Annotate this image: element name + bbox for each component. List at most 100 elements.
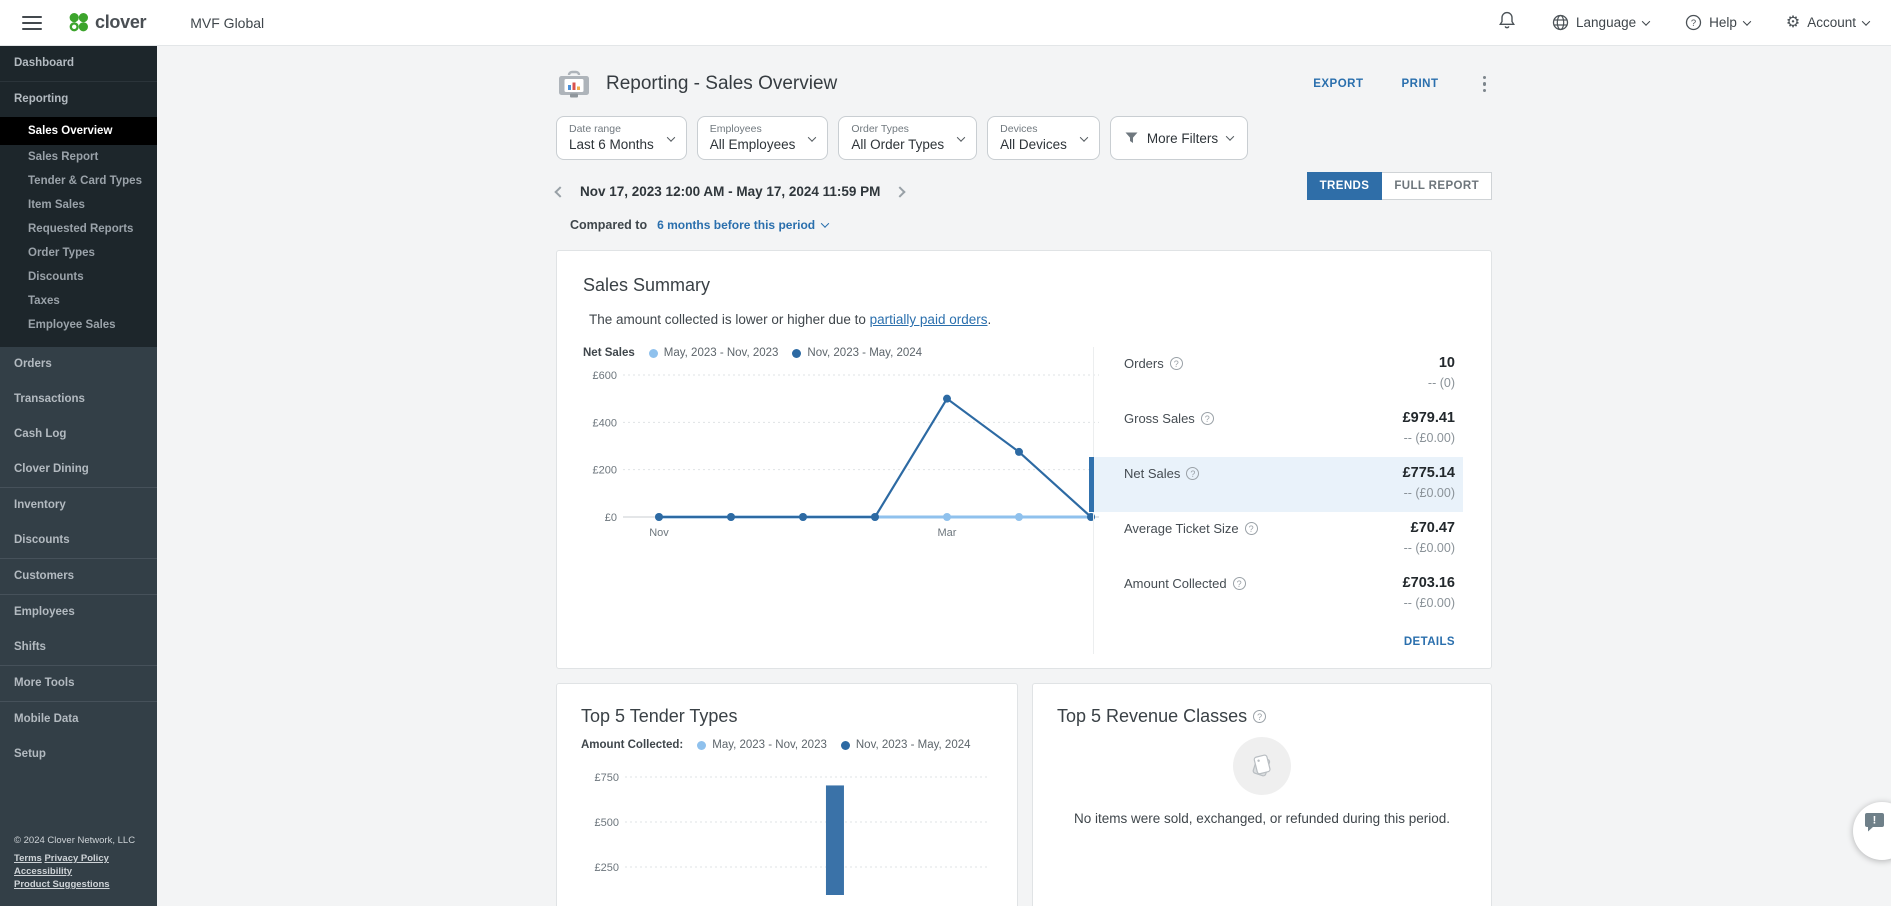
sidebar-item-requested-reports[interactable]: Requested Reports: [0, 217, 157, 241]
stat-orders[interactable]: Orders?10 -- (0): [1124, 347, 1463, 402]
previous-period-arrow[interactable]: [554, 186, 565, 197]
sidebar-item-shifts[interactable]: Shifts: [0, 630, 157, 665]
help-circle-icon[interactable]: ?: [1170, 357, 1183, 370]
sidebar-item-more-tools[interactable]: More Tools: [0, 666, 157, 701]
full-report-tab[interactable]: FULL REPORT: [1382, 172, 1492, 200]
terms-link[interactable]: Terms: [14, 853, 42, 864]
help-circle-icon[interactable]: ?: [1186, 467, 1199, 480]
stat-amount-collected[interactable]: Amount Collected?£703.16 -- (£0.00): [1124, 567, 1463, 622]
clover-logo[interactable]: clover: [66, 10, 146, 35]
top-tender-types-card: Top 5 Tender Types Amount Collected: May…: [556, 683, 1018, 906]
stat-average-ticket-size[interactable]: Average Ticket Size?£70.47 -- (£0.00): [1124, 512, 1463, 567]
stat-gross-sales[interactable]: Gross Sales?£979.41 -- (£0.00): [1124, 402, 1463, 457]
sidebar-item-reporting[interactable]: Reporting: [0, 82, 157, 117]
account-menu[interactable]: ⚙ Account: [1786, 15, 1869, 31]
help-circle-icon[interactable]: ?: [1201, 412, 1214, 425]
sidebar-item-employee-sales[interactable]: Employee Sales: [0, 313, 157, 337]
view-toggle: TRENDS FULL REPORT: [1307, 172, 1492, 200]
stat-net-sales[interactable]: Net Sales?£775.14 -- (£0.00): [1089, 457, 1463, 512]
svg-text:£750: £750: [595, 772, 619, 784]
compared-to-selector[interactable]: 6 months before this period: [657, 218, 828, 232]
trends-tab[interactable]: TRENDS: [1307, 172, 1383, 200]
compared-to-label: Compared to: [570, 218, 647, 232]
help-circle-icon[interactable]: ?: [1245, 522, 1258, 535]
language-label: Language: [1576, 15, 1636, 30]
sidebar-item-discounts[interactable]: Discounts: [0, 523, 157, 558]
chevron-down-icon: [957, 133, 965, 141]
sidebar-item-dashboard[interactable]: Dashboard: [0, 46, 157, 81]
language-menu[interactable]: Language: [1552, 14, 1649, 31]
more-options-kebab-icon[interactable]: [1477, 74, 1493, 95]
merchant-name: MVF Global: [190, 15, 264, 31]
help-circle-icon[interactable]: ?: [1253, 710, 1266, 723]
help-menu[interactable]: ? Help: [1685, 14, 1750, 31]
chevron-down-icon: [667, 133, 675, 141]
sidebar-item-setup[interactable]: Setup: [0, 737, 157, 772]
feedback-bubble-icon: !: [1862, 811, 1888, 835]
net-sales-line-chart: £0£200£400£600NovMar: [583, 359, 1108, 551]
print-button[interactable]: PRINT: [1402, 78, 1439, 90]
accessibility-link[interactable]: Accessibility: [14, 866, 72, 877]
more-filters-button[interactable]: More Filters: [1110, 116, 1248, 160]
page-title: Reporting - Sales Overview: [606, 73, 837, 95]
legend-series2-label: Nov, 2023 - May, 2024: [856, 739, 971, 751]
svg-text:£600: £600: [593, 370, 617, 382]
sidebar-item-clover-dining[interactable]: Clover Dining: [0, 452, 157, 487]
sidebar-item-taxes[interactable]: Taxes: [0, 289, 157, 313]
sidebar-item-tender-card-types[interactable]: Tender & Card Types: [0, 169, 157, 193]
legend-metric-label: Net Sales: [583, 347, 635, 359]
sidebar-item-transactions[interactable]: Transactions: [0, 382, 157, 417]
sidebar-item-sales-overview[interactable]: Sales Overview: [0, 117, 157, 145]
chevron-down-icon: [1226, 132, 1234, 140]
notification-bell-icon[interactable]: [1498, 10, 1516, 35]
chevron-down-icon: [808, 133, 816, 141]
gear-icon: ⚙: [1786, 15, 1800, 31]
reporting-icon: [556, 68, 592, 100]
sidebar-nav: Dashboard Reporting Sales Overview Sales…: [0, 46, 157, 906]
period-range-text: Nov 17, 2023 12:00 AM - May 17, 2024 11:…: [580, 184, 880, 199]
sidebar-item-customers[interactable]: Customers: [0, 559, 157, 594]
product-suggestions-link[interactable]: Product Suggestions: [14, 879, 110, 890]
revenue-classes-title: Top 5 Revenue Classes: [1057, 706, 1247, 727]
funnel-icon: [1125, 132, 1138, 144]
devices-value: All Devices: [1000, 137, 1067, 152]
svg-text:?: ?: [1691, 18, 1696, 29]
order-types-filter[interactable]: Order Types All Order Types: [838, 116, 977, 160]
tender-types-title: Top 5 Tender Types: [581, 706, 993, 727]
empty-message: No items were sold, exchanged, or refund…: [1057, 811, 1467, 826]
svg-text:!: !: [1873, 815, 1877, 827]
partially-paid-orders-link[interactable]: partially paid orders: [870, 312, 988, 327]
details-link[interactable]: DETAILS: [1404, 636, 1455, 648]
next-period-arrow[interactable]: [895, 186, 906, 197]
sidebar-item-discounts-report[interactable]: Discounts: [0, 265, 157, 289]
sidebar-item-inventory[interactable]: Inventory: [0, 488, 157, 523]
sidebar-item-cash-log[interactable]: Cash Log: [0, 417, 157, 452]
clover-leaf-icon: [66, 10, 91, 35]
chevron-down-icon: [821, 219, 829, 227]
privacy-policy-link[interactable]: Privacy Policy: [44, 853, 108, 864]
help-circle-icon[interactable]: ?: [1233, 577, 1246, 590]
sidebar-item-item-sales[interactable]: Item Sales: [0, 193, 157, 217]
tags-icon: [1245, 749, 1279, 783]
top-bar: clover MVF Global Language ? Help: [0, 0, 1891, 46]
sidebar-item-order-types[interactable]: Order Types: [0, 241, 157, 265]
employees-filter[interactable]: Employees All Employees: [697, 116, 829, 160]
tender-types-bar-chart: £750£500£250: [581, 763, 995, 895]
date-range-label: Date range: [569, 123, 654, 135]
employees-value: All Employees: [710, 137, 796, 152]
date-range-value: Last 6 Months: [569, 137, 654, 152]
top-revenue-classes-card: Top 5 Revenue Classes ?: [1032, 683, 1492, 906]
devices-filter[interactable]: Devices All Devices: [987, 116, 1100, 160]
hamburger-menu-icon[interactable]: [22, 16, 42, 30]
date-range-filter[interactable]: Date range Last 6 Months: [556, 116, 687, 160]
summary-stats-panel: Orders?10 -- (0) Gross Sales?£979.41 -- …: [1093, 347, 1465, 654]
sidebar-item-orders[interactable]: Orders: [0, 347, 157, 382]
sidebar-item-mobile-data[interactable]: Mobile Data: [0, 702, 157, 737]
export-button[interactable]: EXPORT: [1313, 78, 1363, 90]
svg-text:£0: £0: [605, 512, 617, 524]
svg-text:£250: £250: [595, 862, 619, 874]
net-sales-legend: Net Sales May, 2023 - Nov, 2023 Nov, 202…: [583, 347, 1093, 359]
sidebar-item-employees[interactable]: Employees: [0, 595, 157, 630]
series1-dot-icon: [649, 349, 658, 358]
sidebar-item-sales-report[interactable]: Sales Report: [0, 145, 157, 169]
